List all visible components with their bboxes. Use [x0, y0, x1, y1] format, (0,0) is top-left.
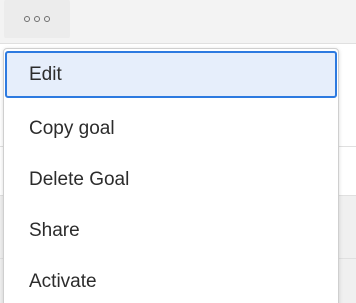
menu-item-label: Activate [29, 270, 97, 292]
page: Edit Copy goal Delete Goal Share Activat… [0, 0, 356, 303]
more-horizontal-icon [24, 16, 30, 22]
menu-item-delete-goal[interactable]: Delete Goal [4, 154, 338, 205]
menu-item-edit[interactable]: Edit [5, 51, 337, 98]
menu-item-label: Copy goal [29, 117, 115, 139]
menu-item-label: Share [29, 219, 80, 241]
actions-menu: Edit Copy goal Delete Goal Share Activat… [3, 48, 339, 303]
more-horizontal-icon [44, 16, 50, 22]
menu-item-label: Delete Goal [29, 168, 130, 190]
menu-item-copy-goal[interactable]: Copy goal [4, 103, 338, 154]
more-actions-button[interactable] [4, 0, 70, 38]
menu-item-label: Edit [29, 63, 62, 85]
menu-item-share[interactable]: Share [4, 205, 338, 256]
more-horizontal-icon [34, 16, 40, 22]
divider [0, 43, 356, 44]
menu-item-activate[interactable]: Activate [4, 256, 338, 303]
